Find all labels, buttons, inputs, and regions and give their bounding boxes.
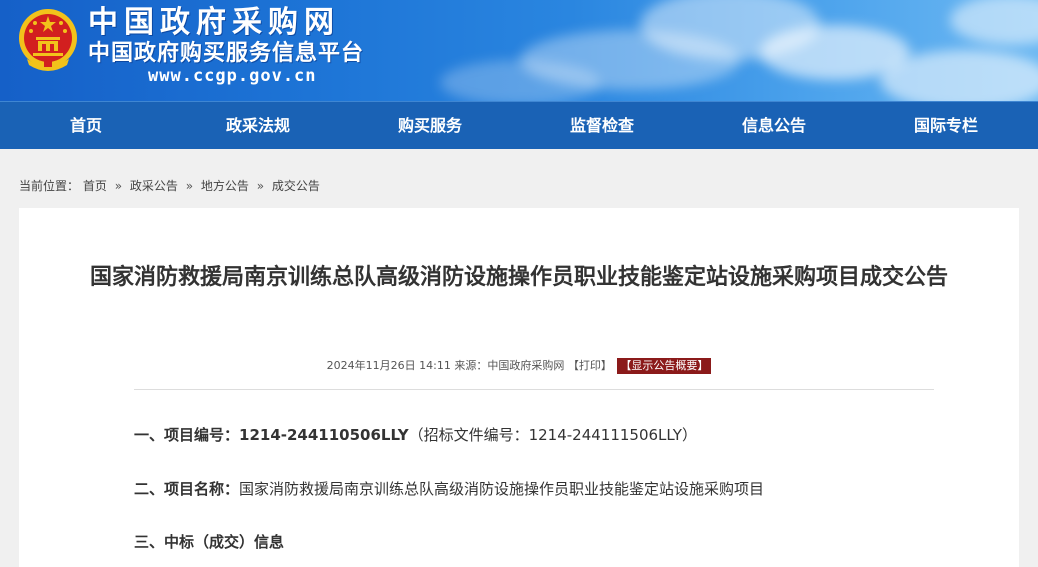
site-title[interactable]: 中国政府采购网	[88, 6, 340, 40]
breadcrumb-separator: »	[114, 179, 123, 193]
section-project-number: 一、项目编号：1214-244110506LLY（招标文件编号：1214-244…	[134, 425, 697, 445]
site-banner: 中国政府采购网 中国政府购买服务信息平台 www.ccgp.gov.cn	[0, 0, 1038, 101]
banner-cloud	[950, 0, 1038, 45]
main-nav: 首页 政采法规 购买服务 监督检查 信息公告 国际专栏	[0, 101, 1038, 149]
project-number-value: 1214-244110506LLY	[239, 426, 409, 444]
section-label: 一、项目编号：	[134, 426, 240, 444]
article-source-label: 来源：	[454, 359, 488, 372]
section-project-name: 二、项目名称：国家消防救援局南京训练总队高级消防设施操作员职业技能鉴定站设施采购…	[134, 479, 764, 499]
project-name-value: 国家消防救援局南京训练总队高级消防设施操作员职业技能鉴定站设施采购项目	[239, 480, 765, 498]
breadcrumb-link-home[interactable]: 首页	[83, 179, 107, 193]
print-link[interactable]: 【打印】	[568, 359, 612, 372]
national-emblem-icon[interactable]	[17, 7, 79, 73]
article-title: 国家消防救援局南京训练总队高级消防设施操作员职业技能鉴定站设施采购项目成交公告	[89, 265, 948, 290]
nav-item-purchase-services[interactable]: 购买服务	[344, 102, 516, 149]
tender-doc-number: （招标文件编号：1214-244111506LLY）	[408, 426, 697, 444]
show-summary-button[interactable]: 【显示公告概要】	[617, 358, 712, 374]
article-datetime: 2024年11月26日 14:11	[326, 359, 451, 372]
nav-item-announcements[interactable]: 信息公告	[688, 102, 860, 149]
breadcrumb-link-announcements[interactable]: 政采公告	[130, 179, 178, 193]
breadcrumb-separator: »	[185, 179, 194, 193]
nav-item-supervision[interactable]: 监督检查	[516, 102, 688, 149]
section-label: 二、项目名称：	[134, 480, 240, 498]
section-award-info: 三、中标（成交）信息	[134, 532, 284, 552]
meta-divider	[134, 389, 934, 390]
breadcrumb-link-local[interactable]: 地方公告	[201, 179, 249, 193]
site-subtitle: 中国政府购买服务信息平台	[88, 41, 365, 66]
site-url[interactable]: www.ccgp.gov.cn	[148, 66, 317, 86]
nav-item-home[interactable]: 首页	[0, 102, 172, 149]
breadcrumb: 当前位置： 首页 » 政采公告 » 地方公告 » 成交公告	[19, 178, 320, 194]
section-label: 三、中标（成交）信息	[134, 533, 285, 551]
nav-item-regulations[interactable]: 政采法规	[172, 102, 344, 149]
breadcrumb-separator: »	[256, 179, 265, 193]
article-source: 中国政府采购网	[487, 359, 565, 372]
breadcrumb-link-deal[interactable]: 成交公告	[272, 179, 320, 193]
article-card: 国家消防救援局南京训练总队高级消防设施操作员职业技能鉴定站设施采购项目成交公告 …	[19, 208, 1019, 567]
breadcrumb-prefix: 当前位置：	[19, 179, 80, 193]
nav-item-international[interactable]: 国际专栏	[860, 102, 1032, 149]
article-meta: 2024年11月26日 14:11 来源：中国政府采购网 【打印】 【显示公告概…	[19, 358, 1019, 374]
